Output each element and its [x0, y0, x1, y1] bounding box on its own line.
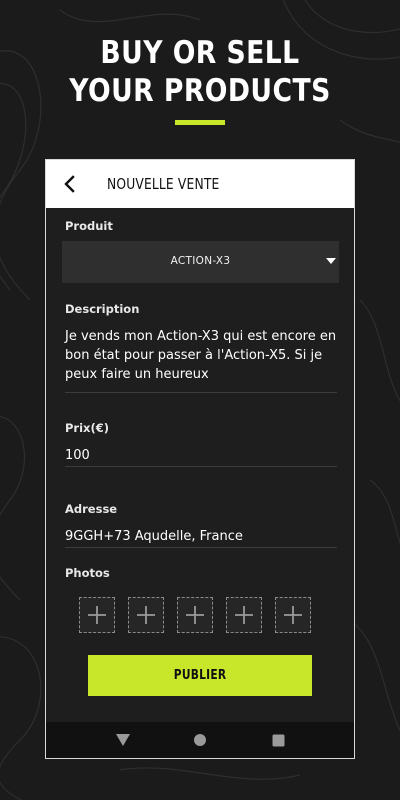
nav-back-button[interactable] — [103, 722, 143, 758]
circle-home-icon — [194, 734, 206, 746]
plus-icon — [235, 606, 253, 624]
add-photo-slot-3[interactable] — [177, 597, 213, 633]
description-underline — [65, 392, 337, 393]
triangle-back-icon — [116, 734, 130, 746]
publish-button[interactable]: PUBLIER — [88, 655, 312, 696]
product-label: Produit — [65, 219, 113, 233]
caret-down-icon — [326, 258, 336, 264]
product-select[interactable]: ACTION-X3 — [62, 241, 339, 283]
hero-heading: BUY OR SELL YOUR PRODUCTS — [28, 34, 372, 110]
address-underline — [65, 547, 337, 548]
nav-home-button[interactable] — [180, 722, 220, 758]
page-title: NOUVELLE VENTE — [107, 175, 220, 193]
address-label: Adresse — [65, 502, 118, 516]
description-textarea[interactable]: Je vends mon Action-X3 qui est encore en… — [65, 327, 337, 384]
hero-underline — [175, 120, 225, 125]
add-photo-slot-4[interactable] — [226, 597, 262, 633]
description-label: Description — [65, 302, 140, 316]
add-photo-slot-1[interactable] — [79, 597, 115, 633]
plus-icon — [186, 606, 204, 624]
hero-line-2: YOUR PRODUCTS — [69, 73, 331, 109]
price-underline — [65, 466, 337, 467]
back-button[interactable] — [56, 170, 84, 198]
photos-label: Photos — [65, 566, 110, 580]
plus-icon — [88, 606, 106, 624]
app-bar: NOUVELLE VENTE — [46, 160, 354, 208]
square-recents-icon — [272, 734, 284, 746]
plus-icon — [284, 606, 302, 624]
plus-icon — [137, 606, 155, 624]
price-input[interactable]: 100 — [65, 446, 337, 465]
publish-button-label: PUBLIER — [173, 668, 227, 683]
product-selected-value: ACTION-X3 — [170, 255, 231, 267]
address-input[interactable]: 9GGH+73 Aqudelle, France — [65, 527, 337, 546]
hero-line-1: BUY OR SELL — [100, 35, 300, 71]
add-photo-slot-5[interactable] — [275, 597, 311, 633]
system-navigation-bar — [46, 722, 354, 758]
add-photo-slot-2[interactable] — [128, 597, 164, 633]
nav-recents-button[interactable] — [258, 722, 298, 758]
chevron-left-icon — [64, 175, 75, 193]
phone-frame: NOUVELLE VENTE Produit ACTION-X3 Descrip… — [45, 159, 355, 759]
price-label: Prix(€) — [65, 421, 109, 435]
